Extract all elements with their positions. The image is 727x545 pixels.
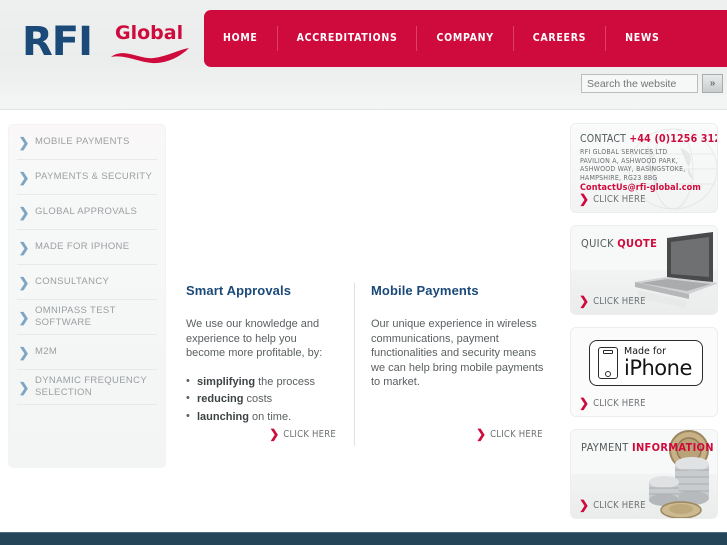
search-input[interactable] <box>581 74 698 93</box>
nav-item-company[interactable]: COMPANY <box>417 10 512 67</box>
sidebar-item-m2m[interactable]: ❯ M2M <box>17 335 157 370</box>
chevron-right-icon: ❯ <box>18 134 30 150</box>
sidebar-item-label: GLOBAL APPROVALS <box>35 206 138 217</box>
panel-click-here-payment-information[interactable]: ❯ CLICK HERE <box>579 499 646 511</box>
panel-title-plain: PAYMENT <box>581 441 632 454</box>
column-title: Mobile Payments <box>371 283 479 298</box>
logo-global-text: Global <box>115 22 184 44</box>
sidebar-item-label: DYNAMIC FREQUENCY SELECTION <box>35 375 147 398</box>
contact-heading: CONTACT +44 (0)1256 312000 <box>580 133 717 145</box>
bullet-rest: costs <box>243 393 273 406</box>
panel-contact[interactable]: CONTACT +44 (0)1256 312000 RFI GLOBAL SE… <box>570 123 718 213</box>
panel-made-for-iphone[interactable]: Made for iPhone ❯ CLICK HERE <box>570 327 718 417</box>
click-here-label: CLICK HERE <box>593 295 646 307</box>
site-logo[interactable]: RFI Global <box>22 22 194 70</box>
list-item: launching on time. <box>186 409 336 425</box>
made-for-iphone-badge: Made for iPhone <box>589 340 703 386</box>
badge-iphone-label: iPhone <box>624 355 692 380</box>
click-here-link-smart-approvals[interactable]: ❯ CLICK HERE <box>186 428 336 440</box>
logo-rfi-text: RFI <box>22 19 93 65</box>
contact-email: ContactUs@rfi-global.com <box>580 183 701 193</box>
chevron-right-icon: ❯ <box>18 379 30 395</box>
contact-heading-label: CONTACT <box>580 133 630 145</box>
sidebar-item-label: MADE FOR IPHONE <box>35 241 130 252</box>
chevron-right-icon: ❯ <box>18 344 30 360</box>
nav-item-accreditations[interactable]: ACCREDITATIONS <box>278 10 417 67</box>
content-column-smart-approvals: Smart Approvals We use our knowledge and… <box>186 283 336 428</box>
nav-item-home[interactable]: HOME <box>204 10 277 67</box>
click-here-label: CLICK HERE <box>490 428 543 440</box>
column-bullet-list: simplifying the process reducing costs l… <box>186 374 336 425</box>
panel-title-quick-quote: QUICK QUOTE <box>581 237 657 250</box>
panel-click-here-quick-quote[interactable]: ❯ CLICK HERE <box>579 295 646 307</box>
panel-click-here-contact[interactable]: ❯ CLICK HERE <box>579 193 646 205</box>
iphone-icon <box>598 347 618 379</box>
panel-title-accent: QUOTE <box>617 237 658 250</box>
sidebar-item-dynamic-frequency-selection[interactable]: ❯ DYNAMIC FREQUENCY SELECTION <box>17 370 157 405</box>
bullet-strong: simplifying <box>197 375 256 388</box>
column-title: Smart Approvals <box>186 283 292 298</box>
column-body: We use our knowledge and experience to h… <box>186 318 323 360</box>
panel-quick-quote[interactable]: QUICK QUOTE ❯ CLICK HERE <box>570 225 718 315</box>
sidebar-item-made-for-iphone[interactable]: ❯ MADE FOR IPHONE <box>17 230 157 265</box>
chevron-right-icon: ❯ <box>579 192 590 206</box>
site-footer <box>0 532 727 545</box>
nav-item-news[interactable]: NEWS <box>606 10 678 67</box>
panel-title-accent: INFORMATION <box>632 441 714 454</box>
click-here-label: CLICK HERE <box>283 428 336 440</box>
bullet-strong: launching <box>197 410 249 423</box>
chevron-right-icon: ❯ <box>476 427 487 441</box>
chevron-right-icon: ❯ <box>18 239 30 255</box>
sidebar-item-label: M2M <box>35 346 58 357</box>
sidebar-item-consultancy[interactable]: ❯ CONSULTANCY <box>17 265 157 300</box>
list-item: simplifying the process <box>186 374 336 390</box>
bullet-rest: the process <box>255 375 315 388</box>
chevron-right-icon: ❯ <box>579 294 590 308</box>
sidebar-item-label: OMNIPASS TEST SOFTWARE <box>35 305 116 328</box>
contact-phone: +44 (0)1256 312000 <box>629 133 717 145</box>
main-navigation: HOME ACCREDITATIONS COMPANY CAREERS NEWS <box>204 10 727 67</box>
chevron-right-icon: ❯ <box>18 169 30 185</box>
panel-title-plain: QUICK <box>581 237 618 250</box>
site-header: RFI Global HOME ACCREDITATIONS COMPANY C… <box>0 0 727 110</box>
list-item: reducing costs <box>186 391 336 407</box>
sidebar-item-global-approvals[interactable]: ❯ GLOBAL APPROVALS <box>17 195 157 230</box>
chevron-right-icon: ❯ <box>579 498 590 512</box>
site-search: » <box>581 74 723 93</box>
sidebar-item-label: CONSULTANCY <box>35 276 110 287</box>
sidebar-item-label: PAYMENTS & SECURITY <box>35 171 153 182</box>
panel-payment-information[interactable]: PAYMENT INFORMATION ❯ CLICK HERE <box>570 429 718 519</box>
content-column-divider <box>354 283 355 446</box>
sidebar-item-mobile-payments[interactable]: ❯ MOBILE PAYMENTS <box>17 125 157 160</box>
contact-address: RFI GLOBAL SERVICES LTD PAVILION A, ASHW… <box>580 148 686 182</box>
nav-item-careers[interactable]: CAREERS <box>514 10 605 67</box>
chevron-right-icon: ❯ <box>18 204 30 220</box>
sidebar-item-label: MOBILE PAYMENTS <box>35 136 130 147</box>
sidebar-item-omnipass-test-software[interactable]: ❯ OMNIPASS TEST SOFTWARE <box>17 300 157 335</box>
content-column-mobile-payments: Mobile Payments Our unique experience in… <box>371 283 547 390</box>
click-here-label: CLICK HERE <box>593 397 646 409</box>
logo-swoosh-icon <box>111 48 189 64</box>
bullet-rest: on time. <box>248 410 292 423</box>
click-here-label: CLICK HERE <box>593 499 646 511</box>
panel-title-payment-information: PAYMENT INFORMATION <box>581 441 714 454</box>
chevron-right-icon: ❯ <box>18 274 30 290</box>
chevron-right-icon: ❯ <box>18 309 30 325</box>
left-sidebar: ❯ MOBILE PAYMENTS ❯ PAYMENTS & SECURITY … <box>8 124 166 468</box>
bullet-strong: reducing <box>197 393 244 406</box>
column-body: Our unique experience in wireless commun… <box>371 318 544 389</box>
sidebar-item-payments-security[interactable]: ❯ PAYMENTS & SECURITY <box>17 160 157 195</box>
chevron-right-icon: ❯ <box>579 396 590 410</box>
click-here-label: CLICK HERE <box>593 193 646 205</box>
panel-click-here-made-for-iphone[interactable]: ❯ CLICK HERE <box>579 397 646 409</box>
search-submit-button[interactable]: » <box>702 74 723 93</box>
chevron-right-icon: ❯ <box>269 427 280 441</box>
